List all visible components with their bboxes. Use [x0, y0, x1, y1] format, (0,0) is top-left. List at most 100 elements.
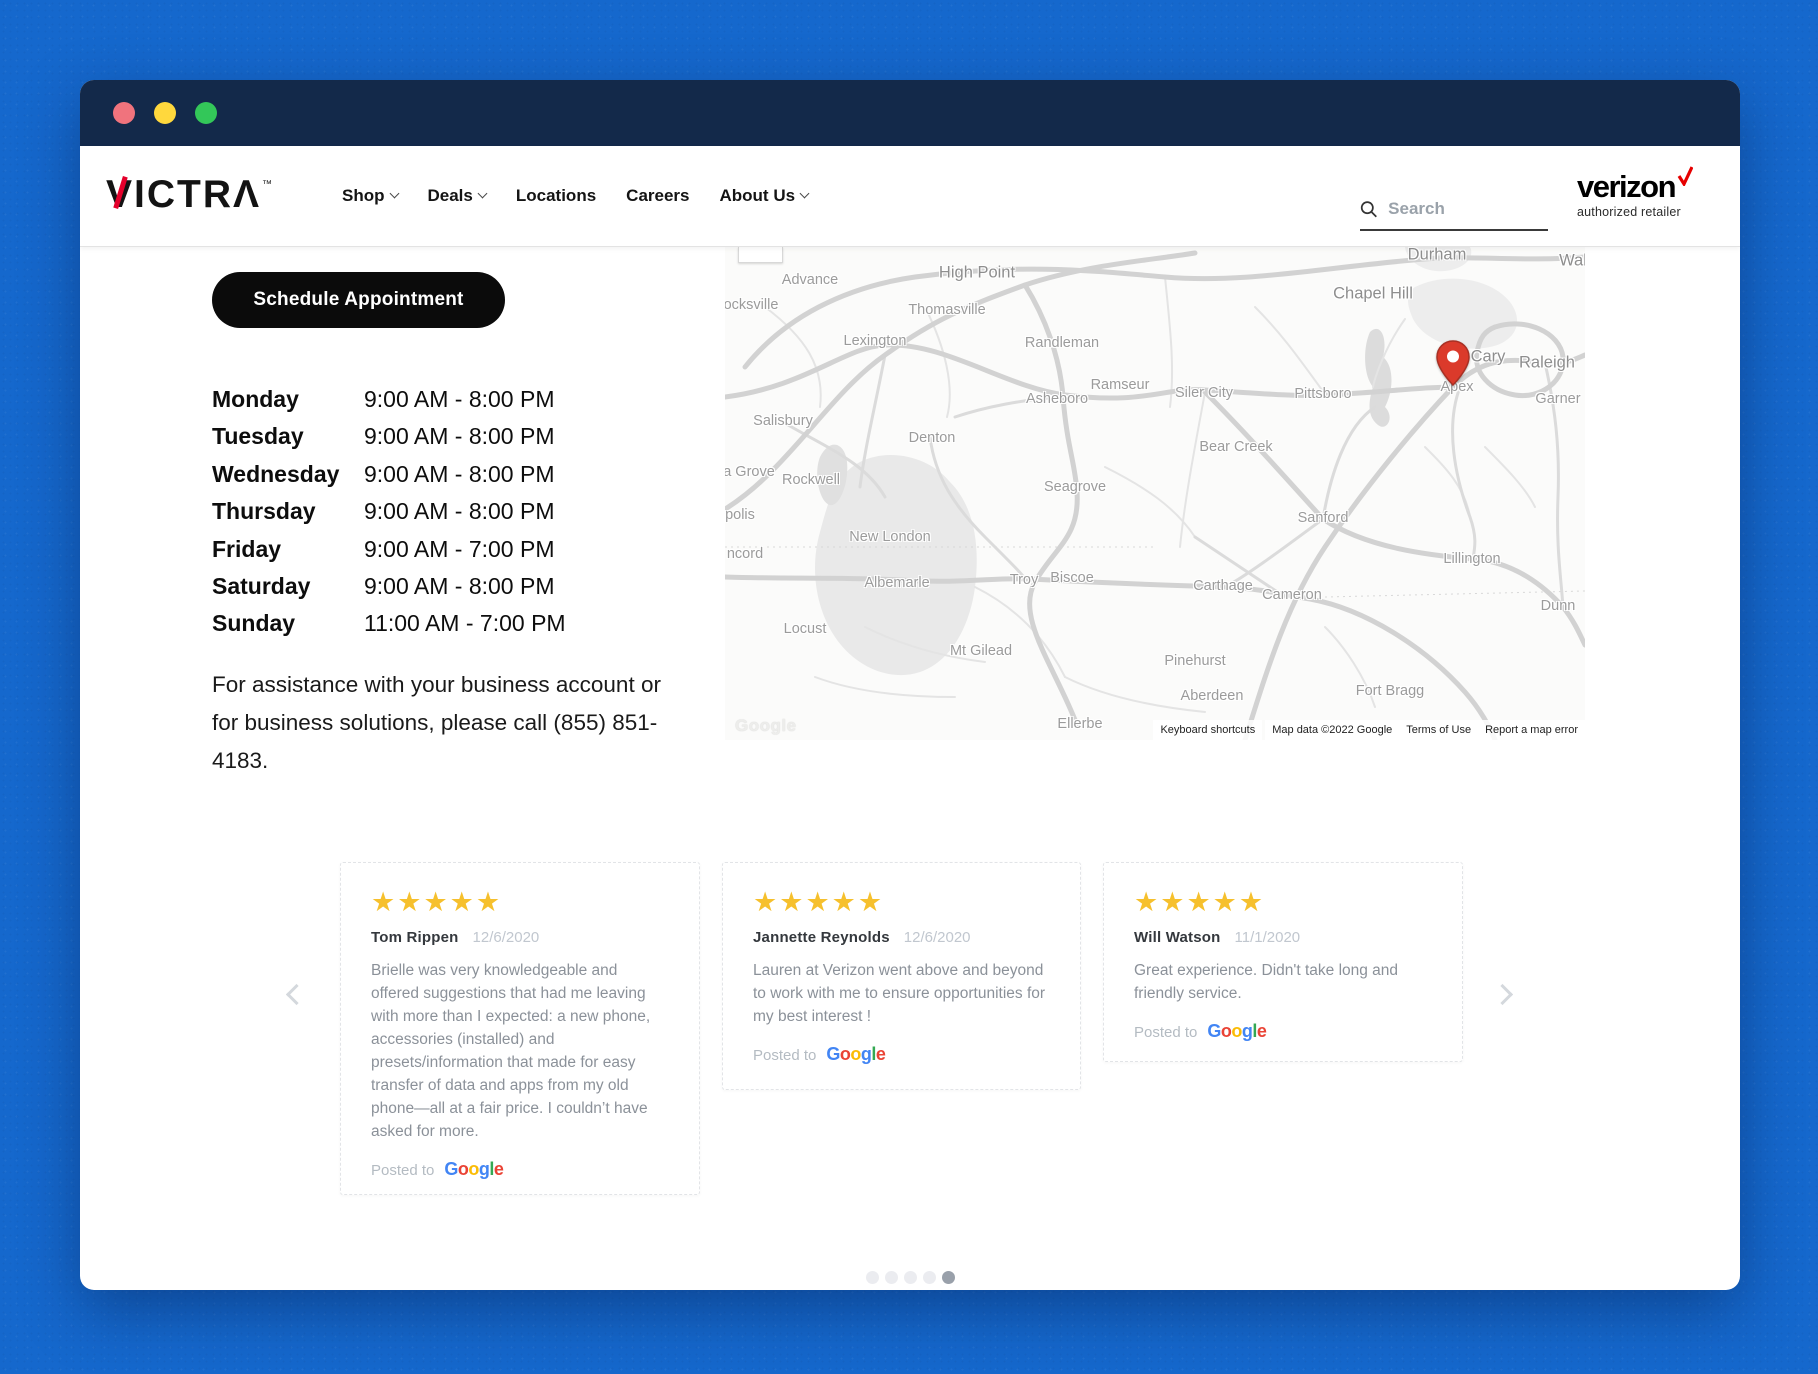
google-logo: Google	[444, 1159, 504, 1180]
nav-item-label: Deals	[427, 186, 473, 205]
map-label: Ramseur	[1090, 377, 1150, 393]
review-meta: Tom Rippen 12/6/2020	[371, 929, 669, 946]
map-label: Bear Creek	[1199, 439, 1273, 455]
google-logo-letter: e	[493, 1159, 504, 1179]
nav-item-careers[interactable]: Careers	[626, 186, 689, 206]
star-icon: ★	[397, 887, 424, 917]
google-logo-letter: G	[444, 1159, 458, 1179]
report-map-error-link[interactable]: Report a map error	[1478, 720, 1585, 740]
search-input[interactable]	[1386, 198, 1548, 220]
review-text: Lauren at Verizon went above and beyond …	[753, 962, 1046, 1025]
google-watermark: Google	[735, 716, 797, 735]
day-label: Wednesday	[212, 460, 340, 487]
google-logo: Google	[1207, 1021, 1267, 1042]
window-minimize-button[interactable]	[154, 102, 176, 124]
google-logo-letter: o	[457, 1159, 469, 1179]
map-label: Biscoe	[1050, 570, 1094, 586]
star-icon: ★	[449, 887, 476, 917]
map-label: Troy	[1009, 572, 1039, 588]
map-control-partial[interactable]	[738, 247, 783, 263]
carousel-next-button[interactable]	[1482, 975, 1522, 1015]
nav-item-deals[interactable]: Deals	[427, 186, 488, 206]
map-label: polis	[725, 507, 755, 523]
google-logo-letter: o	[839, 1044, 851, 1064]
nav-item-shop[interactable]: Shop	[342, 186, 399, 206]
review-date: 12/6/2020	[903, 929, 971, 946]
google-logo-letter: o	[468, 1159, 479, 1179]
day-label: Friday	[212, 535, 282, 562]
verizon-subtext: authorized retailer	[1577, 205, 1681, 219]
carousel-dot[interactable]	[922, 1271, 936, 1284]
review-meta: Jannette Reynolds 12/6/2020	[753, 929, 1050, 946]
hours-row: Thursday 9:00 AM - 8:00 PM	[212, 493, 566, 530]
posted-to-label: Posted to	[371, 1162, 435, 1179]
keyboard-shortcuts-button[interactable]: Keyboard shortcuts	[1153, 720, 1263, 740]
google-logo-letter: o	[1231, 1021, 1242, 1041]
verizon-wordmark: verizon	[1577, 169, 1677, 204]
schedule-appointment-button[interactable]: Schedule Appointment	[212, 272, 505, 328]
carousel-dot[interactable]	[941, 1271, 955, 1284]
star-icon: ★	[1160, 887, 1187, 917]
google-logo-letter: e	[1256, 1021, 1267, 1041]
day-label: Sunday	[212, 610, 296, 637]
carousel-dot[interactable]	[903, 1271, 917, 1284]
window-zoom-button[interactable]	[195, 102, 217, 124]
time-value: 9:00 AM - 8:00 PM	[364, 573, 555, 600]
desktop-background: VICTRΛ™ Shop Deals Locations Careers About U…	[0, 0, 1818, 1374]
hours-row: Tuesday 9:00 AM - 8:00 PM	[212, 418, 566, 455]
map-label: Ellerbe	[1057, 716, 1103, 732]
map-label: Asheboro	[1025, 391, 1089, 407]
map-label: Seagrove	[1043, 479, 1107, 495]
nav-item-label: Careers	[626, 186, 690, 205]
star-rating: ★★★★★	[1134, 889, 1432, 916]
map-label: New London	[849, 529, 931, 545]
window-titlebar	[80, 80, 1740, 146]
carousel-dot[interactable]	[865, 1271, 879, 1284]
chevron-right-icon	[1491, 983, 1513, 1006]
map-label: Randleman	[1024, 335, 1100, 351]
hours-row: Sunday 11:00 AM - 7:00 PM	[212, 605, 566, 642]
day-label: Saturday	[212, 573, 311, 600]
carousel-dot[interactable]	[884, 1271, 898, 1284]
map-label: Albemarle	[864, 575, 930, 591]
map-attribution: Keyboard shortcuts Map data ©2022 Google T…	[1153, 720, 1585, 740]
star-icon: ★	[805, 887, 832, 917]
verizon-checkmark-icon	[1677, 166, 1694, 191]
nav-item-locations[interactable]: Locations	[516, 186, 596, 206]
nav-item-label: About Us	[719, 186, 796, 205]
time-value: 9:00 AM - 8:00 PM	[364, 423, 555, 450]
window-close-button[interactable]	[113, 102, 135, 124]
map-label: ocksville	[725, 297, 779, 313]
map-canvas	[725, 247, 1585, 740]
map-label: Rockwell	[781, 472, 841, 488]
posted-to-row: Posted to Google	[1134, 1021, 1432, 1042]
time-value: 9:00 AM - 8:00 PM	[364, 460, 555, 487]
star-icon: ★	[779, 887, 806, 917]
star-icon: ★	[1186, 887, 1213, 917]
star-icon: ★	[831, 887, 858, 917]
map-label: Sanford	[1297, 510, 1349, 526]
time-value: 9:00 AM - 7:00 PM	[364, 535, 555, 562]
browser-window: VICTRΛ™ Shop Deals Locations Careers About U…	[80, 80, 1740, 1290]
carousel-prev-button[interactable]	[276, 975, 316, 1015]
nav-item-about-us[interactable]: About Us	[719, 186, 810, 206]
main-nav: Shop Deals Locations Careers About Us	[342, 146, 810, 246]
posted-to-label: Posted to	[1134, 1024, 1198, 1041]
terms-of-use-link[interactable]: Terms of Use	[1399, 720, 1479, 740]
carousel-pagination	[80, 1271, 1740, 1284]
map-label: Aberdeen	[1180, 688, 1244, 704]
location-pin-icon[interactable]	[1430, 339, 1476, 389]
time-value: 9:00 AM - 8:00 PM	[364, 386, 555, 412]
map-label: Chapel Hill	[1333, 284, 1413, 303]
day-label: Thursday	[212, 498, 316, 525]
posted-to-row: Posted to Google	[753, 1044, 1050, 1065]
reviewer-name: Will Watson	[1134, 929, 1221, 946]
map-region[interactable]: Durham Wal Chapel Hill High Point Advance ock…	[725, 247, 1585, 740]
map-label: Lillington	[1443, 551, 1501, 567]
star-icon: ★	[857, 887, 885, 917]
map-label: Raleigh	[1519, 353, 1575, 372]
victra-logo[interactable]: VICTRΛ™	[106, 175, 272, 214]
site-header: VICTRΛ™ Shop Deals Locations Careers About U…	[80, 146, 1740, 247]
map-label: Advance	[781, 272, 839, 288]
map-label: Salisbury	[753, 413, 813, 429]
